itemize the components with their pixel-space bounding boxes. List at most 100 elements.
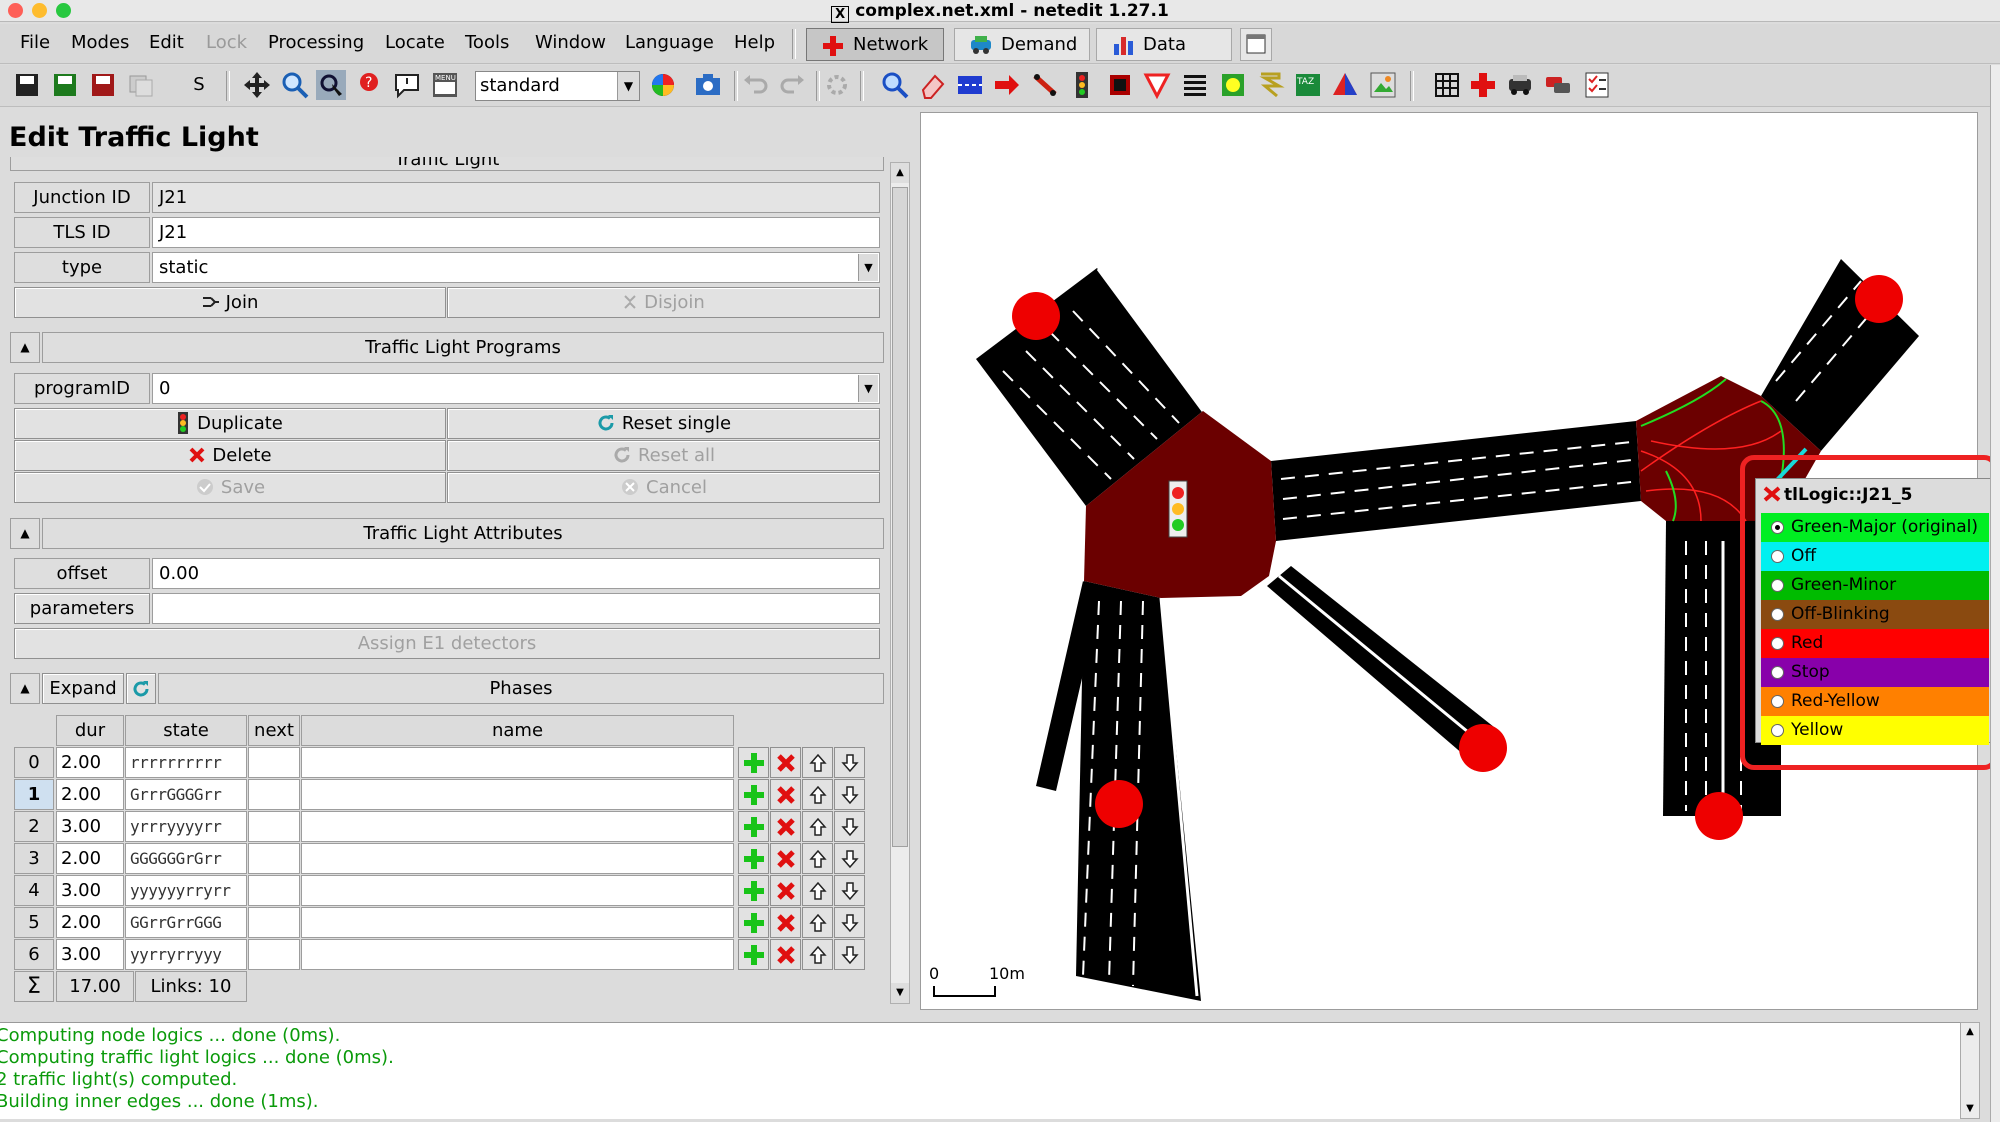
redo-icon[interactable] (778, 70, 808, 100)
message-log[interactable]: Computing node logics ... done (0ms). Co… (0, 1022, 1978, 1119)
option-off-blinking[interactable]: Off-Blinking (1761, 600, 1989, 629)
inspect-move-icon[interactable] (242, 70, 272, 100)
traffic-light-mode-icon[interactable] (1067, 70, 1097, 100)
assign-e1-detectors-button[interactable]: Assign E1 detectors (14, 628, 880, 659)
grid-gear-icon[interactable] (822, 70, 852, 100)
menu-language[interactable]: Language (625, 32, 714, 53)
dead-end-node[interactable] (1095, 780, 1143, 828)
taz-mode-icon[interactable]: TAZ (1293, 70, 1323, 100)
phase-next-field[interactable] (248, 939, 300, 970)
color-wheel-icon[interactable] (648, 70, 678, 100)
delete-phase-button[interactable] (770, 939, 801, 970)
scroll-up-icon[interactable]: ▲ (1961, 1023, 1979, 1041)
move-phase-up-button[interactable] (802, 939, 833, 970)
question-icon[interactable]: ? (354, 70, 384, 100)
additional-mode-icon[interactable] (1218, 70, 1248, 100)
delete-phase-button[interactable] (770, 843, 801, 874)
delete-phase-button[interactable] (770, 779, 801, 810)
type-select[interactable]: static ▼ (152, 252, 880, 283)
join-button[interactable]: Join (14, 287, 446, 318)
option-red-yellow[interactable]: Red-Yellow (1761, 687, 1989, 716)
save-demand-icon[interactable] (88, 70, 118, 100)
add-phase-button[interactable] (738, 939, 769, 970)
delete-button[interactable]: Delete (14, 440, 446, 471)
add-phase-button[interactable] (738, 875, 769, 906)
duplicate-button[interactable]: Duplicate (14, 408, 446, 439)
parameters-field[interactable] (152, 593, 880, 624)
save-additionals-icon[interactable] (50, 70, 80, 100)
move-phase-down-button[interactable] (834, 843, 865, 874)
option-green-major[interactable]: Green-Major (original) (1761, 513, 1989, 542)
move-phase-up-button[interactable] (802, 875, 833, 906)
option-off[interactable]: Off (1761, 542, 1989, 571)
log-scrollbar[interactable]: ▲ ▼ (1960, 1022, 1980, 1119)
screenshot-icon[interactable] (693, 70, 723, 100)
move-phase-up-button[interactable] (802, 907, 833, 938)
phase-duration-field[interactable]: 2.00 (56, 747, 124, 778)
save-data-icon[interactable] (126, 70, 156, 100)
phase-state-field[interactable]: yyyyyyrryrr (125, 875, 247, 906)
wire-mode-icon[interactable] (1255, 70, 1285, 100)
move-phase-down-button[interactable] (834, 779, 865, 810)
offset-field[interactable]: 0.00 (152, 558, 880, 589)
phase-next-field[interactable] (248, 811, 300, 842)
scroll-down-icon[interactable]: ▼ (1961, 1100, 1979, 1118)
dead-end-node[interactable] (1855, 275, 1903, 323)
decal-mode-icon[interactable] (1368, 70, 1398, 100)
phase-next-field[interactable] (248, 875, 300, 906)
move-phase-up-button[interactable] (802, 811, 833, 842)
scrollbar-thumb[interactable] (892, 187, 908, 847)
phase-next-field[interactable] (248, 779, 300, 810)
add-phase-button[interactable] (738, 843, 769, 874)
option-green-minor[interactable]: Green-Minor (1761, 571, 1989, 600)
cancel-button[interactable]: Cancel (447, 472, 880, 503)
disjoin-button[interactable]: Disjoin (447, 287, 880, 318)
attributes-collapse-button[interactable]: ▲ (10, 518, 40, 549)
zoom-icon[interactable] (280, 70, 310, 100)
parameters-button[interactable]: parameters (14, 593, 150, 624)
viewport-scheme-select[interactable]: standard ▼ (475, 71, 640, 101)
dead-end-node[interactable] (1695, 792, 1743, 840)
menu-processing[interactable]: Processing (268, 32, 364, 53)
phases-collapse-button[interactable]: ▲ (10, 673, 40, 704)
toggle-grid-icon[interactable] (1432, 70, 1462, 100)
option-stop[interactable]: Stop (1761, 658, 1989, 687)
dead-end-node[interactable] (1459, 724, 1507, 772)
phase-state-field[interactable]: yyrryrryyy (125, 939, 247, 970)
phase-duration-field[interactable]: 3.00 (56, 875, 124, 906)
move-phase-down-button[interactable] (834, 907, 865, 938)
delete-phase-button[interactable] (770, 875, 801, 906)
phase-duration-field[interactable]: 2.00 (56, 779, 124, 810)
move-phase-up-button[interactable] (802, 843, 833, 874)
add-phase-button[interactable] (738, 747, 769, 778)
supermode-data-button[interactable]: Data (1096, 28, 1232, 61)
crossing-mode-icon[interactable] (1180, 70, 1210, 100)
delete-phase-button[interactable] (770, 811, 801, 842)
create-edge-icon[interactable] (992, 70, 1022, 100)
undo-icon[interactable] (740, 70, 770, 100)
move-phase-down-button[interactable] (834, 811, 865, 842)
save-network-icon[interactable] (12, 70, 42, 100)
prohibition-mode-icon[interactable] (1142, 70, 1172, 100)
menu-modes[interactable]: Modes (71, 32, 129, 53)
dead-end-node[interactable] (1012, 292, 1060, 340)
reset-all-button[interactable]: Reset all (447, 440, 880, 471)
phase-name-field[interactable] (301, 747, 734, 778)
select-icon[interactable] (316, 70, 346, 100)
phase-next-field[interactable] (248, 907, 300, 938)
phase-name-field[interactable] (301, 875, 734, 906)
toggle-junction-shape-icon[interactable] (1468, 70, 1498, 100)
panel-scrollbar[interactable]: ▲ ▼ (890, 162, 910, 1004)
phase-duration-field[interactable]: 2.00 (56, 907, 124, 938)
reset-phases-button[interactable] (126, 673, 156, 704)
phase-duration-field[interactable]: 2.00 (56, 843, 124, 874)
phase-state-field[interactable]: rrrrrrrrrr (125, 747, 247, 778)
phase-next-field[interactable] (248, 747, 300, 778)
select-mode-icon[interactable] (955, 70, 985, 100)
move-phase-up-button[interactable] (802, 779, 833, 810)
menu-tools[interactable]: Tools (465, 32, 509, 53)
window-layout-button[interactable] (1240, 28, 1272, 61)
menu-lock[interactable]: Lock (206, 32, 247, 53)
option-yellow[interactable]: Yellow (1761, 716, 1989, 745)
toggle-vehicle-icon[interactable] (1505, 70, 1535, 100)
